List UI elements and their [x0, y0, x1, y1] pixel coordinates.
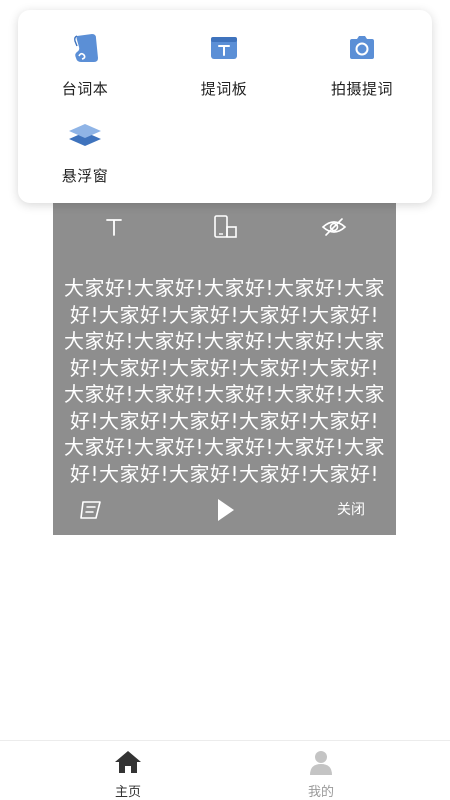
rotate-screen-icon	[214, 215, 237, 238]
text-size-icon	[106, 219, 122, 236]
menu-item-shoot-prompt[interactable]: 拍摄提词	[302, 28, 422, 99]
close-button[interactable]: 关闭	[323, 494, 379, 526]
feature-menu-card: 台词本 提词板 拍摄提词 悬浮窗	[18, 10, 432, 203]
menu-item-label: 提词板	[200, 80, 248, 98]
rotate-screen-button[interactable]	[210, 212, 240, 242]
menu-item-prompt-board[interactable]: 提词板	[164, 28, 284, 99]
edit-script-button[interactable]	[78, 494, 106, 526]
tab-mine[interactable]: 我的	[281, 749, 361, 800]
hide-button[interactable]	[319, 212, 349, 242]
bottom-tab-bar: 主页 我的	[0, 740, 450, 800]
play-button[interactable]	[212, 494, 240, 526]
layers-icon	[69, 124, 101, 146]
menu-item-label: 拍摄提词	[330, 80, 393, 98]
menu-item-label: 台词本	[61, 80, 109, 98]
text-board-icon	[211, 37, 237, 59]
play-icon	[218, 499, 234, 521]
home-screen: 台词本 提词板 拍摄提词 悬浮窗 大家好!大家好!大家好!大家好!大家好!大家好…	[0, 0, 450, 800]
camera-icon	[350, 36, 374, 59]
menu-item-script-book[interactable]: 台词本	[25, 28, 145, 99]
scroll-icon	[74, 34, 98, 62]
menu-item-label: 悬浮窗	[61, 167, 109, 185]
menu-item-floating-window[interactable]: 悬浮窗	[25, 115, 145, 186]
teleprompter-preview: 大家好!大家好!大家好!大家好!大家好!大家好!大家好!大家好!大家好!大家好!…	[53, 192, 396, 535]
hide-eye-icon	[321, 218, 347, 236]
edit-script-icon	[80, 501, 101, 519]
tab-home[interactable]: 主页	[88, 749, 168, 800]
tab-mine-label: 我的	[307, 785, 334, 800]
script-text: 大家好!大家好!大家好!大家好!大家好!大家好!大家好!大家好!大家好!大家好!…	[63, 276, 386, 489]
user-icon	[310, 751, 332, 775]
tab-home-label: 主页	[114, 785, 141, 800]
text-size-button[interactable]	[99, 212, 129, 242]
home-icon	[115, 751, 141, 773]
